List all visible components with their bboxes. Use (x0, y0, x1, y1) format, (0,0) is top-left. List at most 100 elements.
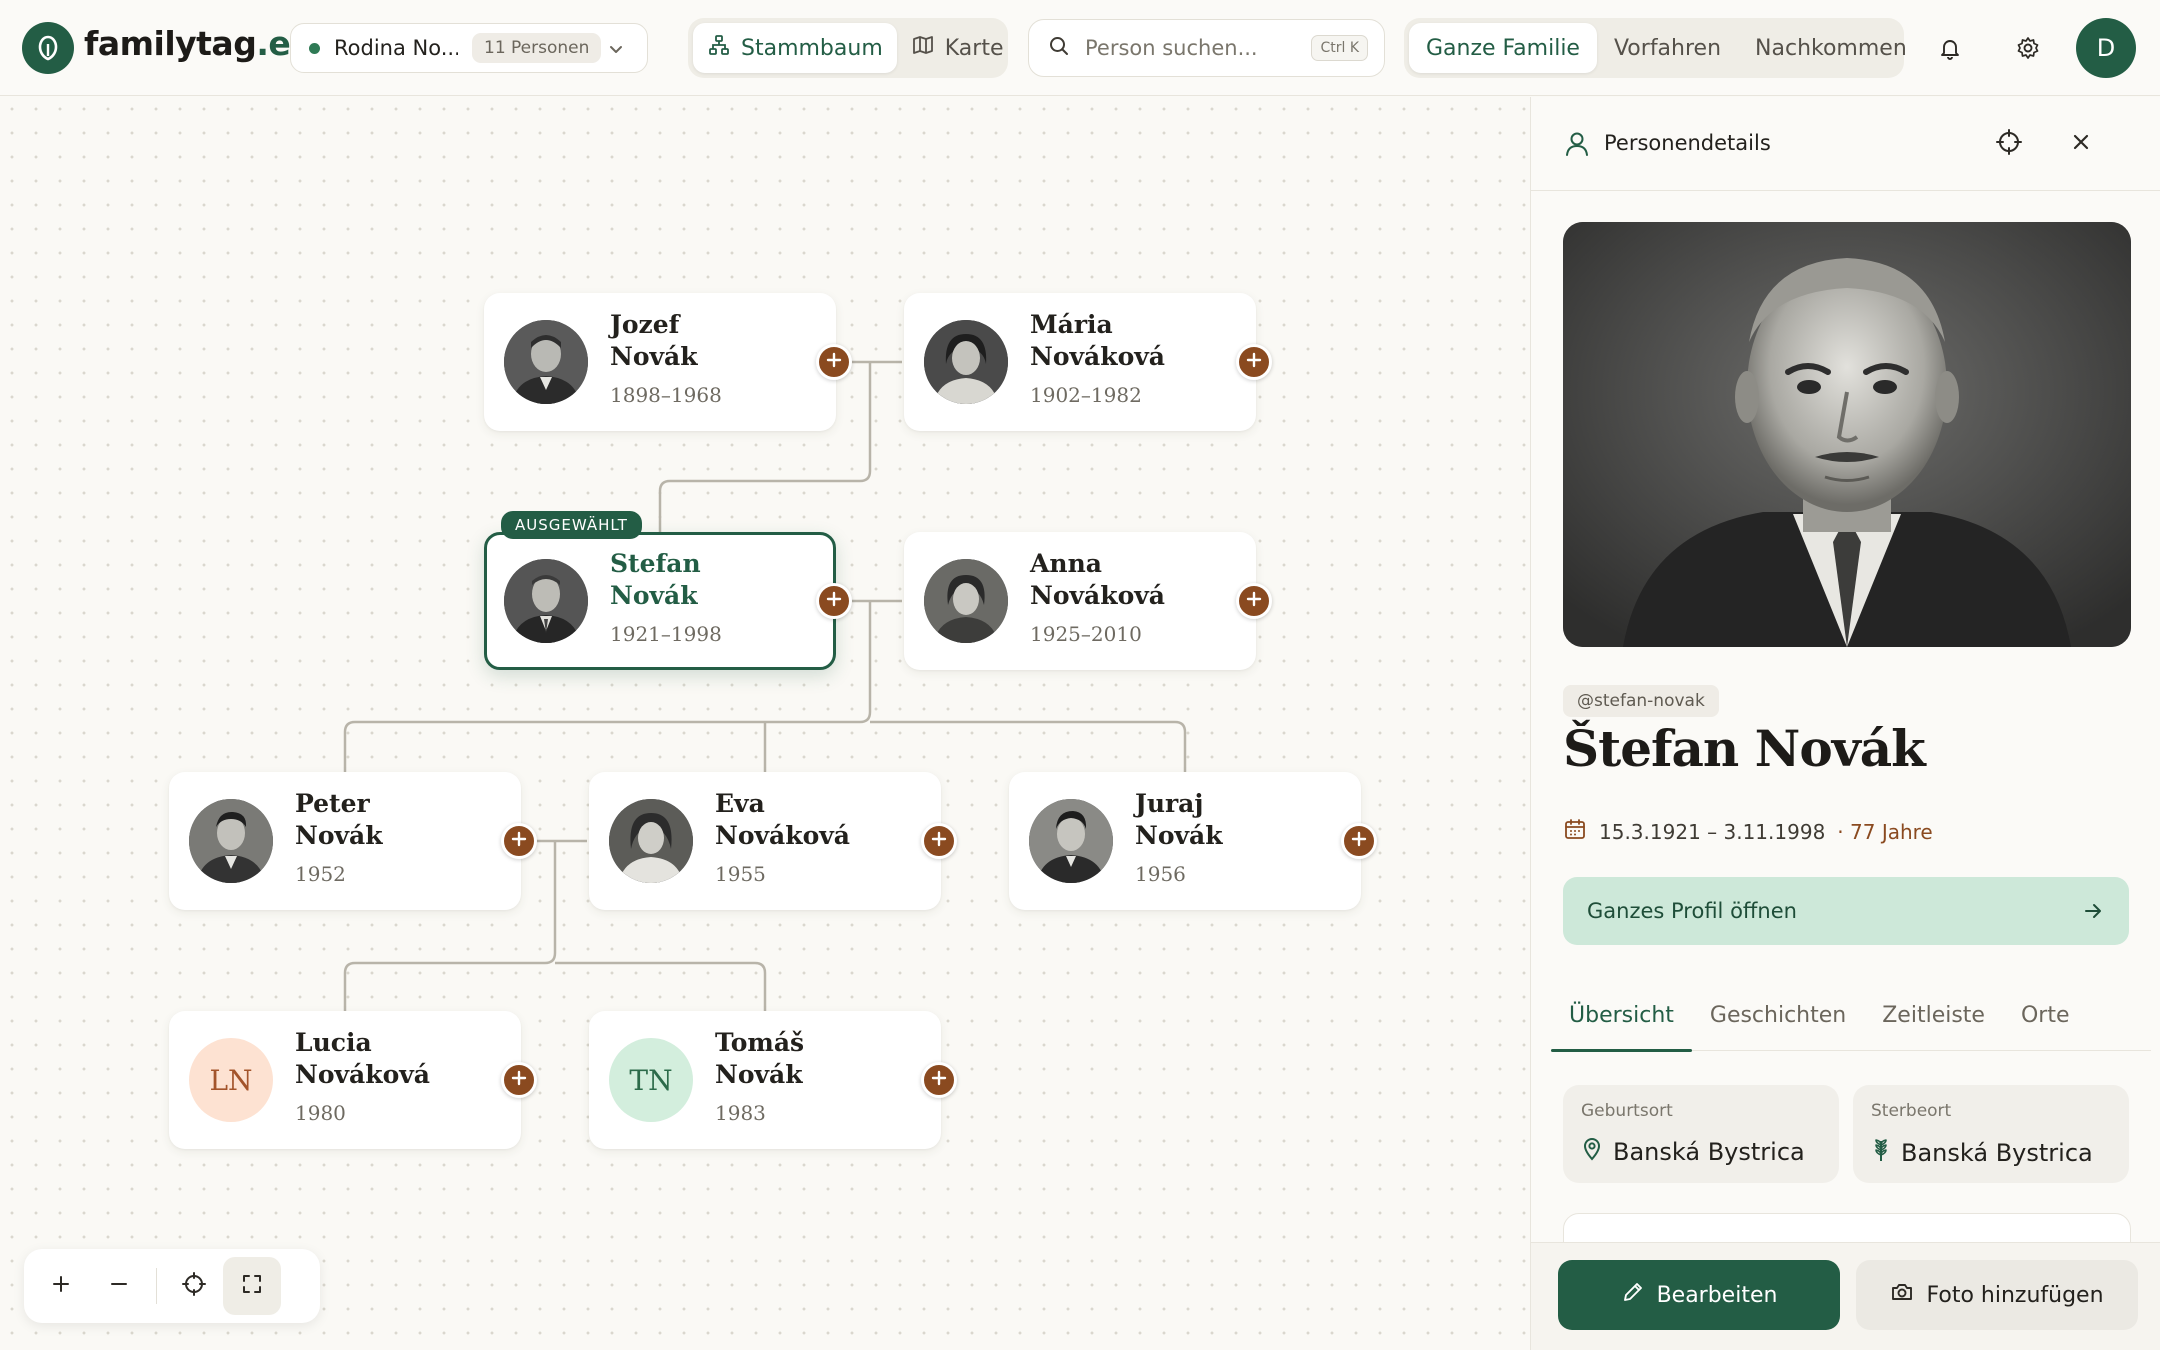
first-name: Juraj (1135, 789, 1204, 818)
logo-icon[interactable] (22, 22, 74, 74)
lifespan: 15.3.1921 – 3.11.1998 · 77 Jahre (1563, 817, 1933, 846)
person-dates: 1902–1982 (1030, 383, 1142, 407)
person-name: Tomáš Novák (715, 1027, 804, 1091)
add-relative-button[interactable] (816, 344, 852, 380)
user-avatar[interactable]: D (2076, 18, 2136, 78)
person-card-tomas[interactable]: TN Tomáš Novák 1983 (589, 1011, 957, 1149)
panel-title: Personendetails (1604, 131, 1771, 155)
person-dates: 1955 (715, 862, 766, 886)
panel-footer: Bearbeiten Foto hinzufügen (1531, 1242, 2160, 1350)
person-handle: @stefan-novak (1563, 685, 1719, 717)
person-dates: 1925–2010 (1030, 622, 1142, 646)
tab-tree-label: Stammbaum (741, 35, 883, 61)
detail-tabs: Übersicht Geschichten Zeitleiste Orte (1551, 981, 2151, 1052)
add-photo-button[interactable]: Foto hinzufügen (1856, 1260, 2138, 1330)
portrait-photo[interactable] (1563, 222, 2131, 647)
avatar: LN (189, 1038, 273, 1122)
logo-text[interactable]: familytag.eu (84, 24, 314, 63)
avatar (924, 559, 1008, 643)
zoom-in-button[interactable] (32, 1257, 90, 1315)
birthplace-value: Banská Bystrica (1581, 1137, 1805, 1167)
divider (156, 1268, 157, 1304)
center-view-button[interactable] (165, 1257, 223, 1315)
person-dates: 1980 (295, 1101, 346, 1125)
person-card-anna[interactable]: Anna Nováková 1925–2010 (904, 532, 1272, 670)
gear-icon[interactable] (2004, 24, 2052, 72)
add-relative-button[interactable] (816, 583, 852, 619)
person-card-maria[interactable]: Mária Nováková 1902–1982 (904, 293, 1272, 431)
plus-icon (930, 1069, 948, 1091)
last-name: Nováková (295, 1060, 430, 1089)
tab-map-label: Karte (944, 35, 1004, 61)
add-relative-button[interactable] (1341, 823, 1377, 859)
scope-descendants[interactable]: Nachkommen (1738, 23, 1924, 73)
first-name: Anna (1030, 549, 1102, 578)
scope-ancestors[interactable]: Vorfahren (1597, 23, 1738, 73)
add-relative-button[interactable] (921, 1062, 957, 1098)
last-name: Nováková (1030, 581, 1165, 610)
plus-icon (510, 830, 528, 852)
tab-places[interactable]: Orte (2003, 981, 2088, 1051)
open-full-profile-button[interactable]: Ganzes Profil öffnen (1563, 877, 2129, 945)
person-card-peter[interactable]: Peter Novák 1952 (169, 772, 537, 910)
family-name: Rodina No... (334, 36, 458, 60)
first-name: Stefan (610, 549, 701, 578)
crosshair-icon (181, 1271, 207, 1301)
person-card-stefan[interactable]: AUSGEWÄHLT Stefan Novák 1921–1998 (484, 511, 852, 670)
avatar-initials: LN (209, 1063, 253, 1097)
last-name: Novák (295, 821, 383, 850)
last-name: Novák (610, 581, 698, 610)
person-name: Stefan Novák (610, 548, 701, 612)
camera-icon (1890, 1280, 1914, 1310)
tab-stories[interactable]: Geschichten (1692, 981, 1864, 1051)
tree-canvas[interactable]: Jozef Novák 1898–1968 Mária Nováková 1902–… (0, 97, 1530, 1350)
tab-map[interactable]: Karte (897, 23, 1018, 73)
add-relative-button[interactable] (1236, 344, 1272, 380)
panel-header: Personendetails (1531, 97, 2160, 191)
deathplace-value: Banská Bystrica (1871, 1137, 2093, 1169)
first-name: Mária (1030, 310, 1113, 339)
search-input[interactable] (1085, 36, 1305, 60)
locate-button[interactable] (1985, 120, 2033, 168)
add-relative-button[interactable] (1236, 583, 1272, 619)
scope-whole-family[interactable]: Ganze Familie (1409, 23, 1597, 73)
tab-overview[interactable]: Übersicht (1551, 981, 1692, 1052)
deathplace-card[interactable]: Sterbeort Banská Bystrica (1853, 1085, 2129, 1183)
chevron-down-icon (605, 38, 627, 64)
person-name: Juraj Novák (1135, 788, 1223, 852)
logo-name: familytag (84, 24, 257, 63)
avatar (924, 320, 1008, 404)
person-details-panel: Personendetails @stefan-novak Štefan Nov… (1530, 97, 2160, 1350)
fit-screen-button[interactable] (223, 1257, 281, 1315)
birthplace-text: Banská Bystrica (1613, 1138, 1805, 1166)
person-name: Anna Nováková (1030, 548, 1165, 612)
zoom-out-button[interactable] (90, 1257, 148, 1315)
crosshair-icon (1995, 128, 2023, 160)
person-card-lucia[interactable]: LN Lucia Nováková 1980 (169, 1011, 537, 1149)
tab-timeline[interactable]: Zeitleiste (1864, 981, 2003, 1051)
avatar (1029, 799, 1113, 883)
family-select[interactable]: Rodina No... 11 Personen (290, 23, 648, 73)
open-profile-label: Ganzes Profil öffnen (1587, 899, 1797, 923)
add-relative-button[interactable] (501, 823, 537, 859)
plus-icon (510, 1069, 528, 1091)
edit-button[interactable]: Bearbeiten (1558, 1260, 1840, 1330)
bell-icon[interactable] (1926, 24, 1974, 72)
avatar: TN (609, 1038, 693, 1122)
search-icon (1047, 34, 1071, 62)
person-card-jozef[interactable]: Jozef Novák 1898–1968 (484, 293, 852, 431)
add-relative-button[interactable] (501, 1062, 537, 1098)
status-dot (309, 42, 320, 54)
birthplace-card[interactable]: Geburtsort Banská Bystrica (1563, 1085, 1839, 1183)
calendar-icon (1563, 817, 1587, 846)
person-card-juraj[interactable]: Juraj Novák 1956 (1009, 772, 1377, 910)
scope-toggle: Ganze Familie Vorfahren Nachkommen (1404, 18, 1907, 78)
pencil-icon (1621, 1280, 1645, 1310)
tab-tree[interactable]: Stammbaum (693, 23, 897, 73)
person-card-eva[interactable]: Eva Nováková 1955 (589, 772, 957, 910)
close-panel-button[interactable] (2057, 120, 2105, 168)
add-relative-button[interactable] (921, 823, 957, 859)
last-name: Nováková (715, 821, 850, 850)
last-name: Nováková (1030, 342, 1165, 371)
child-line-juraj (870, 720, 1187, 772)
